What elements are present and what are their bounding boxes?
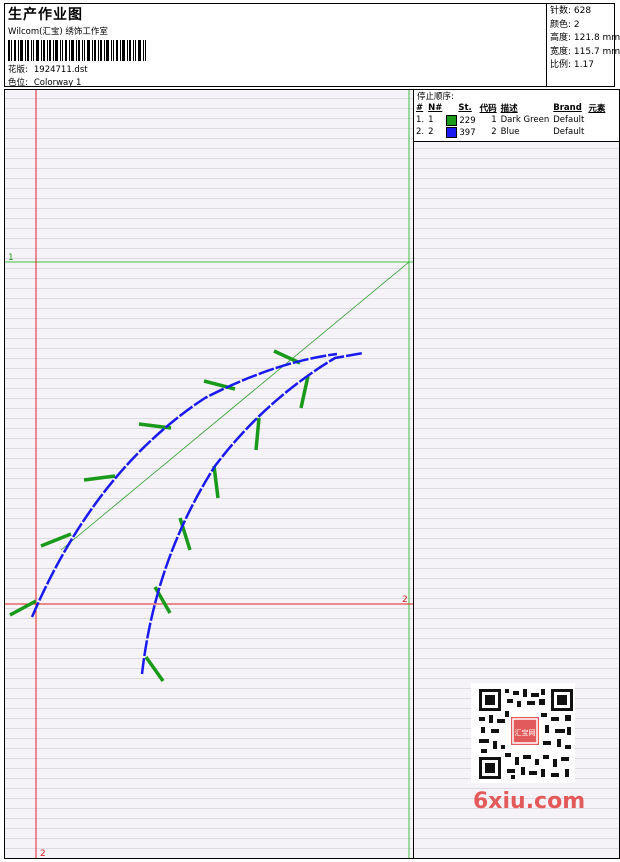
stat-value: 628: [573, 6, 592, 16]
stat-value: 2: [573, 19, 580, 30]
row-stitches: 397: [459, 127, 476, 138]
col-header: #: [416, 102, 424, 113]
blue-stems: [30, 351, 364, 675]
colorway-label: 色位:: [8, 78, 28, 88]
stat-label: 宽度:: [550, 46, 572, 57]
row-code: 1: [491, 115, 497, 125]
sheet-title: 生产作业图: [8, 7, 83, 23]
row-element: [586, 114, 607, 126]
stem-outer: [30, 352, 338, 618]
stat-colors: 颜色: 2: [550, 19, 615, 33]
qr-stamp-text: 汇宝网: [515, 728, 536, 737]
design-info: 花版: 1924711.dst: [8, 63, 88, 75]
stat-scale: 比例: 1.17: [550, 59, 615, 73]
table-row: 2. 2 397 2 Blue Default: [414, 126, 607, 138]
stat-value: 1.17: [573, 60, 594, 70]
col-header: Brand: [553, 102, 582, 113]
stat-label: 针数:: [550, 6, 572, 16]
guide-label-2-right: 2: [402, 595, 408, 605]
col-header: 元素: [588, 103, 606, 114]
stem-inner: [140, 351, 364, 675]
table-row: 1. 1 229 1 Dark Green Default: [414, 114, 607, 126]
row-element: [586, 126, 607, 138]
col-header: 描述: [500, 103, 518, 114]
color-swatch-green: [446, 114, 458, 126]
row-n: 1: [428, 115, 434, 125]
stat-label: 颜色:: [550, 19, 572, 30]
guide-label-1: 1: [8, 253, 14, 263]
col-header: N#: [428, 102, 443, 113]
watermark: 6xiu.com: [473, 789, 586, 814]
qr-code: 汇宝网: [471, 683, 575, 783]
row-num: 2.: [416, 127, 425, 137]
sheet-header: 生产作业图 Wilcom(汇宝) 绣饰工作室 花版: 1924711.dst 色位…: [4, 3, 620, 88]
color-swatch-blue: [446, 126, 458, 138]
colorway-value: Colorway 1: [33, 78, 82, 88]
stat-value: 121.8 mm: [573, 33, 620, 43]
stat-width: 宽度: 115.7 mm: [550, 46, 620, 60]
barcode: [8, 40, 146, 61]
stat-stitches: 针数: 628: [550, 5, 615, 19]
row-brand: Default: [553, 115, 585, 125]
stat-height: 高度: 121.8 mm: [550, 32, 620, 46]
row-desc: Blue: [500, 127, 520, 137]
row-num: 1.: [416, 115, 425, 125]
design-drawing: 1 2 2: [5, 90, 413, 859]
stats-panel: 针数: 628 颜色: 2 高度: 121.8 mm 宽度: 115.7 mm …: [546, 4, 620, 86]
stat-label: 比例:: [550, 60, 572, 70]
row-stitches: 229: [459, 115, 476, 126]
stop-sequence-table: # N# St. 代码 描述 Brand 元素 1. 1 229 1 Dark …: [414, 101, 607, 138]
design-label: 花版:: [8, 65, 28, 75]
company-name: Wilcom(汇宝) 绣饰工作室: [8, 27, 108, 37]
stat-value: 115.7 mm: [573, 46, 620, 57]
design-value: 1924711.dst: [33, 65, 88, 75]
row-brand: Default: [553, 127, 585, 137]
row-stitches-cell: 397: [444, 126, 477, 138]
green-leaves: [9, 349, 310, 683]
stop-sequence-panel: 停止顺序: # N# St. 代码 描述 Brand 元素 1. 1 229 1…: [414, 89, 620, 142]
colorway-info: 色位: Colorway 1: [8, 76, 81, 88]
guide-diagonal: [60, 261, 410, 551]
design-canvas: 1 2 2: [4, 89, 414, 859]
row-n: 2: [428, 127, 434, 137]
guide-label-2-bottom: 2: [40, 849, 46, 858]
table-header-row: # N# St. 代码 描述 Brand 元素: [414, 101, 607, 114]
col-header: St.: [458, 102, 472, 113]
row-code: 2: [491, 127, 497, 137]
row-stitches-cell: 229: [444, 114, 477, 126]
stat-label: 高度:: [550, 33, 572, 43]
row-desc: Dark Green: [500, 115, 550, 125]
col-header: 代码: [479, 103, 497, 114]
